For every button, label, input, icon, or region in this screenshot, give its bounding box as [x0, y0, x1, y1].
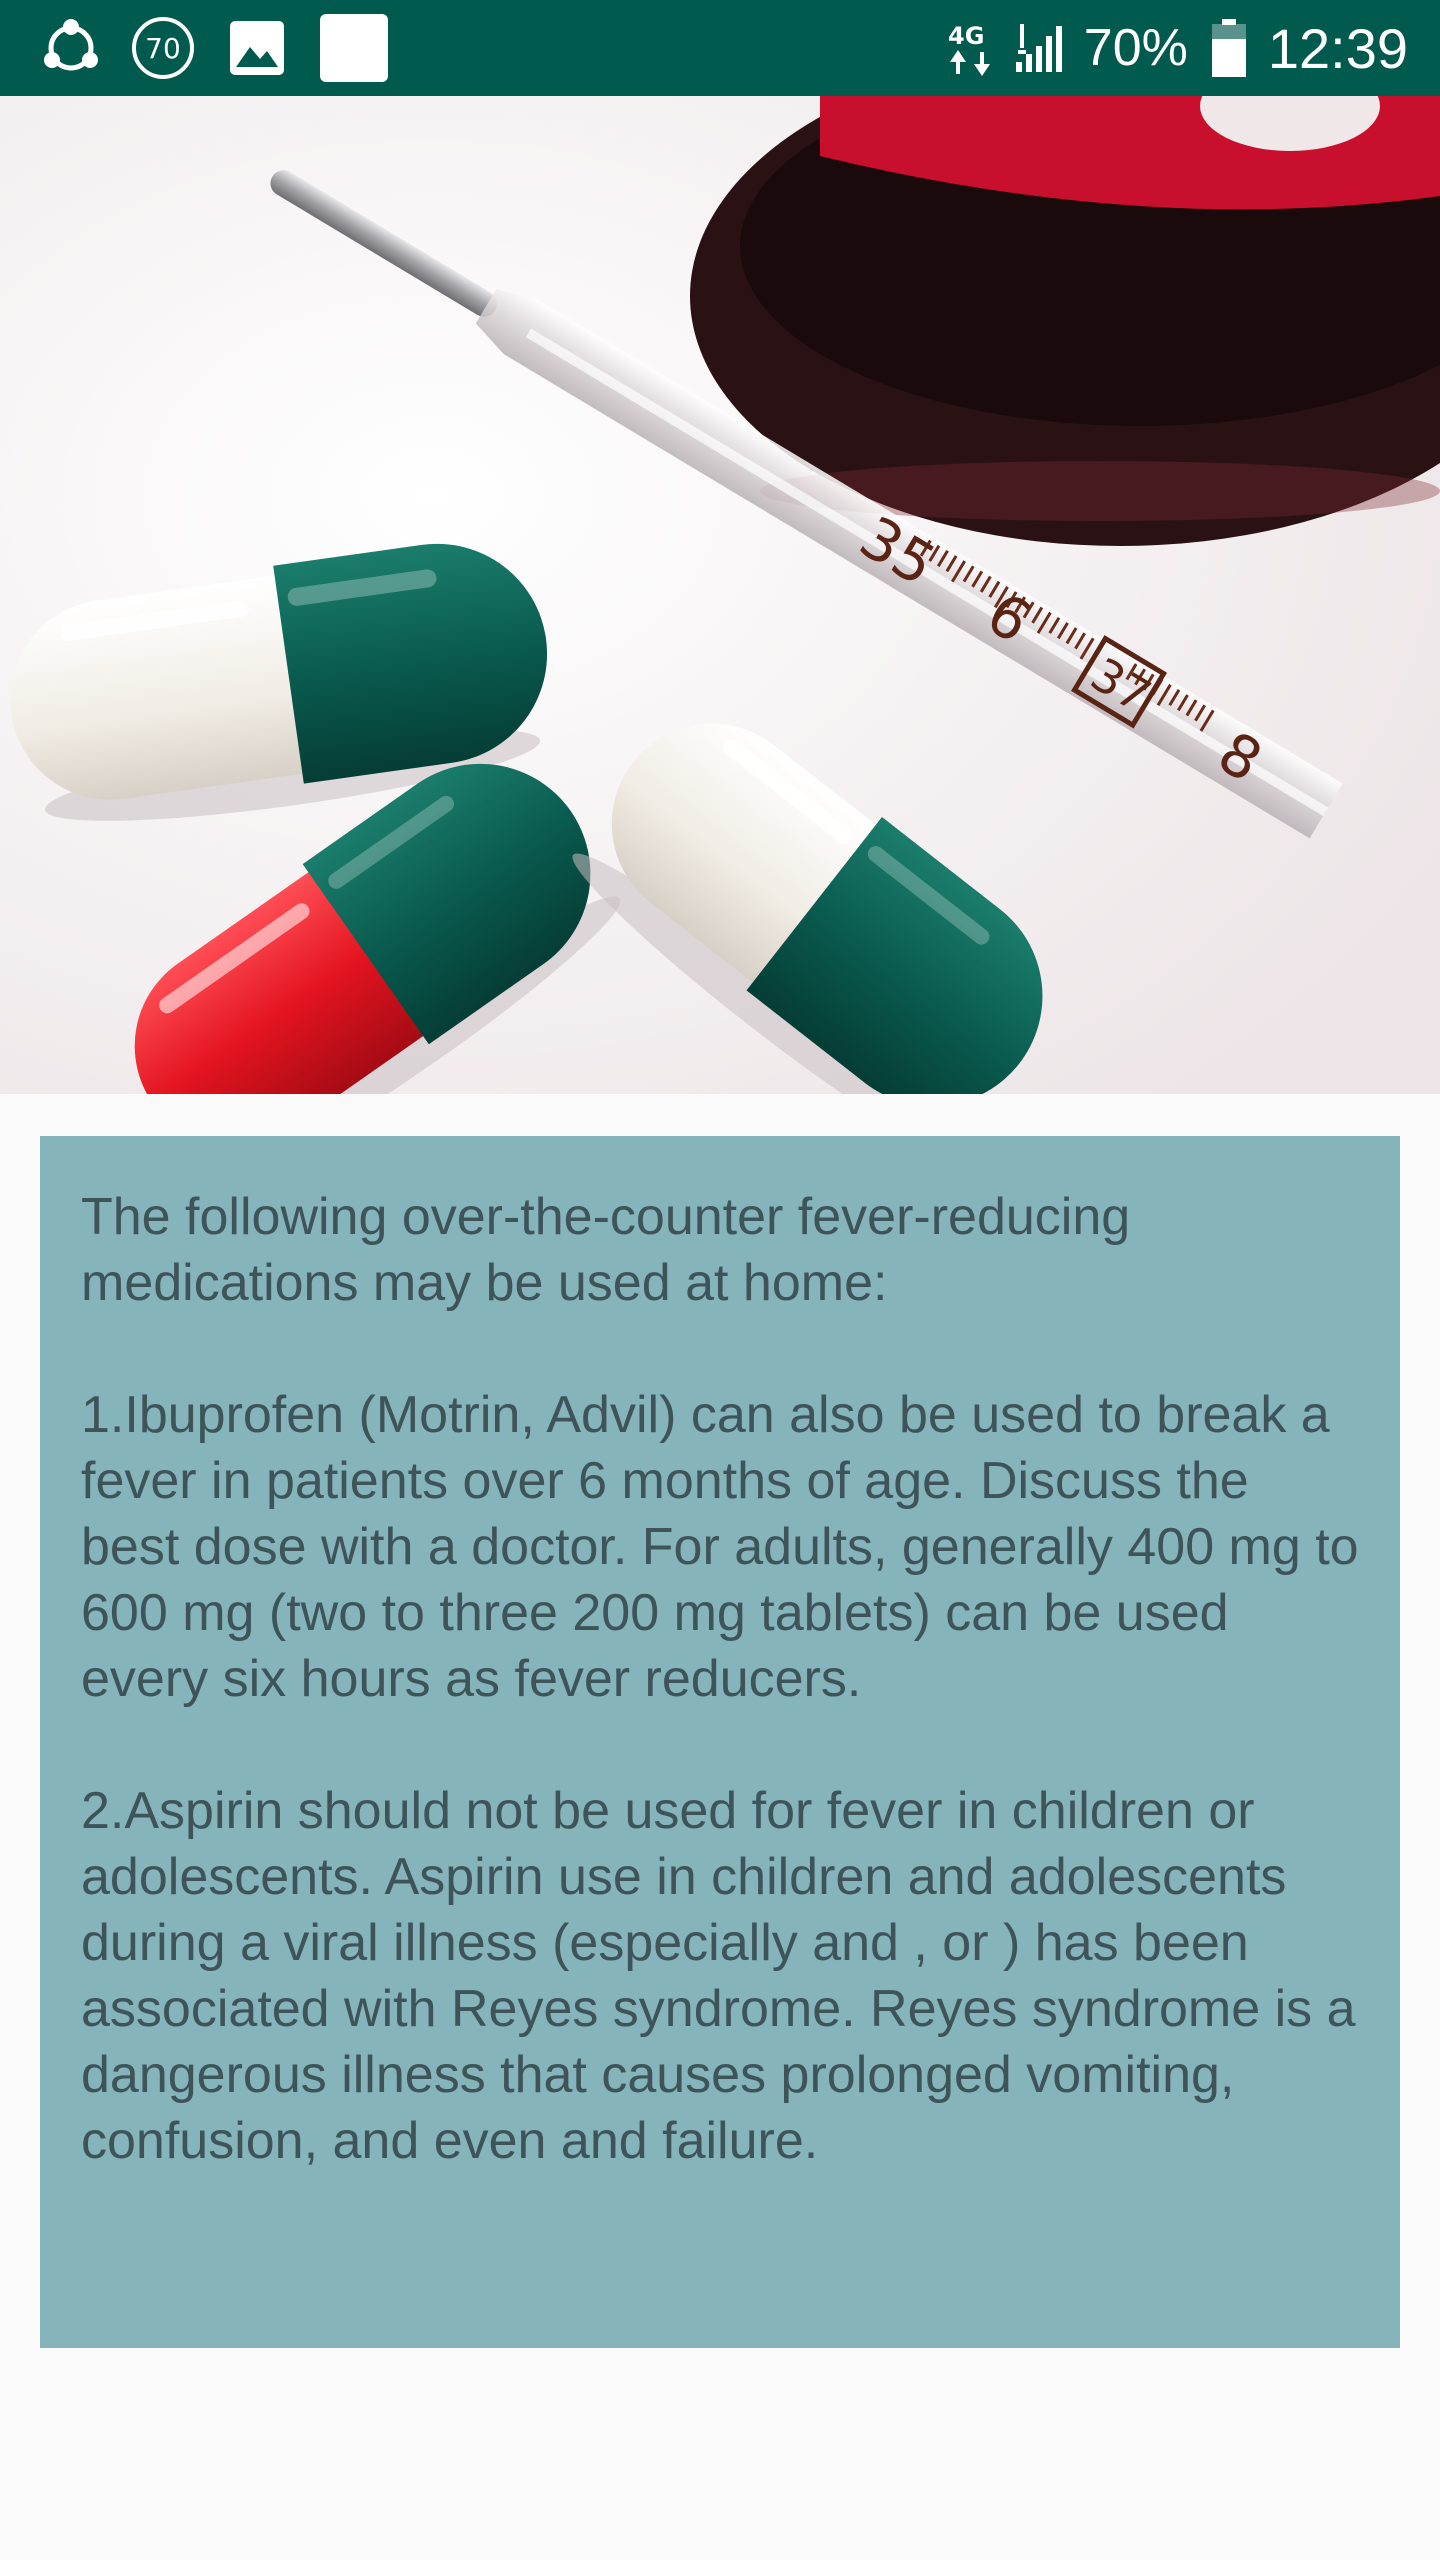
status-bar: 70 4G 70% 12:39 [0, 0, 1440, 96]
notification-badge-count: 70 [145, 31, 181, 65]
status-bar-left: 70 [38, 14, 388, 82]
medication-info-card: The following over-the-counter fever-red… [40, 1136, 1400, 2348]
data-arrows-icon: 4G [946, 18, 996, 78]
notification-badge-icon: 70 [132, 17, 194, 79]
share-icon [38, 15, 104, 81]
hero-image: 35 6 37 8 [0, 96, 1440, 1094]
signal-icon [1014, 22, 1066, 74]
status-bar-right: 4G 70% 12:39 [946, 14, 1408, 82]
image-icon [228, 19, 286, 77]
intro-text: The following over-the-counter fever-red… [81, 1188, 1145, 1312]
ibuprofen-text: 1.Ibuprofen (Motrin, Advil) can also be … [81, 1386, 1374, 1708]
battery-icon [1211, 19, 1246, 77]
clock: 12:39 [1267, 16, 1408, 80]
battery-percent: 70% [1083, 19, 1188, 77]
svg-text:4G: 4G [948, 22, 984, 50]
pills-thermometer-illustration: 35 6 37 8 [0, 96, 1440, 1094]
aspirin-text: 2.Aspirin should not be used for fever i… [81, 1782, 1370, 2170]
app-square-icon [320, 14, 388, 82]
